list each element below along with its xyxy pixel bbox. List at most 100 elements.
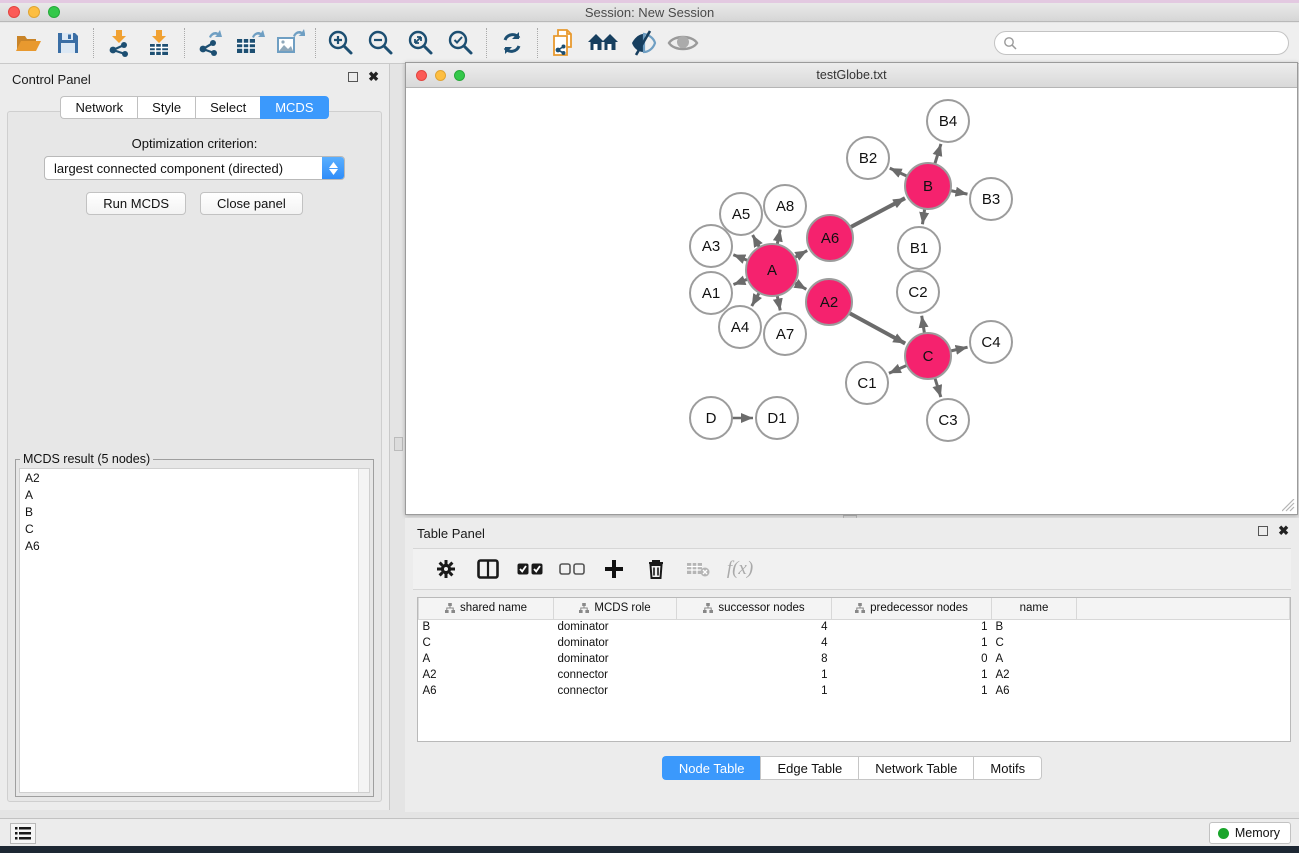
graph-edge[interactable] (795, 251, 807, 258)
graph-node[interactable]: A1 (690, 272, 732, 314)
graph-edge[interactable] (733, 279, 747, 284)
graph-node[interactable]: C4 (970, 321, 1012, 363)
graph-node[interactable]: D (690, 397, 732, 439)
graph-edge[interactable] (950, 347, 967, 351)
add-column-icon[interactable] (597, 552, 631, 586)
open-file-icon[interactable] (8, 26, 48, 60)
resize-grip-icon[interactable] (1282, 499, 1295, 512)
graph-edge[interactable] (753, 235, 760, 247)
search-field[interactable] (994, 31, 1289, 55)
table-row[interactable]: A6connector11A6 (419, 683, 1290, 699)
export-table-icon[interactable] (230, 26, 270, 60)
tab-style[interactable]: Style (137, 96, 195, 119)
column-header-shared-name[interactable]: shared name (419, 598, 554, 619)
float-panel-icon[interactable] (348, 72, 358, 82)
table-row[interactable]: Bdominator41B (419, 619, 1290, 635)
export-image-icon[interactable] (270, 26, 310, 60)
graph-edge[interactable] (777, 295, 780, 310)
graph-edge[interactable] (850, 198, 905, 227)
mcds-result-item[interactable]: A (20, 486, 369, 503)
graph-node[interactable]: A8 (764, 185, 806, 227)
graph-node[interactable]: A7 (764, 313, 806, 355)
graph-edge[interactable] (752, 293, 760, 306)
zoom-in-icon[interactable] (321, 26, 361, 60)
graph-edge[interactable] (733, 255, 747, 261)
zoom-fit-icon[interactable] (401, 26, 441, 60)
graph-edge[interactable] (922, 316, 925, 334)
network-graph[interactable]: AA1A2A3A4A5A6A7A8BB1B2B3B4CC1C2C3C4DD1 (406, 89, 1297, 515)
graph-node[interactable]: B4 (927, 100, 969, 142)
mcds-list-scrollbar[interactable] (358, 469, 369, 792)
zoom-out-icon[interactable] (361, 26, 401, 60)
graph-node[interactable]: C2 (897, 271, 939, 313)
graph-node[interactable]: A2 (806, 279, 852, 325)
graph-node[interactable]: D1 (756, 397, 798, 439)
optimization-criterion-select[interactable]: largest connected component (directed) (44, 156, 345, 180)
graph-node[interactable]: B (905, 163, 951, 209)
graph-node[interactable]: A6 (807, 215, 853, 261)
mcds-result-item[interactable]: C (20, 520, 369, 537)
graph-edge[interactable] (935, 144, 941, 164)
run-mcds-button[interactable]: Run MCDS (86, 192, 186, 215)
graph-edge[interactable] (890, 168, 907, 176)
export-network-icon[interactable] (190, 26, 230, 60)
task-history-button[interactable] (10, 823, 36, 844)
graph-node[interactable]: A5 (720, 193, 762, 235)
home-icon[interactable] (583, 26, 623, 60)
graph-node[interactable]: C (905, 333, 951, 379)
delete-table-icon[interactable] (681, 552, 715, 586)
graph-node[interactable]: A3 (690, 225, 732, 267)
tab-mcds[interactable]: MCDS (260, 96, 328, 119)
search-input[interactable] (1017, 36, 1288, 50)
column-selector-icon[interactable] (471, 552, 505, 586)
refresh-icon[interactable] (492, 26, 532, 60)
graph-edge[interactable] (795, 283, 807, 290)
tab-select[interactable]: Select (195, 96, 260, 119)
node-table[interactable]: shared name MCDS role successor nodes pr… (417, 597, 1291, 742)
hide-panels-icon[interactable] (623, 26, 663, 60)
graph-node[interactable]: C1 (846, 362, 888, 404)
graph-node[interactable]: A (746, 244, 798, 296)
tab-network-table[interactable]: Network Table (858, 756, 973, 780)
delete-column-icon[interactable] (639, 552, 673, 586)
table-row[interactable]: Cdominator41C (419, 635, 1290, 651)
network-canvas[interactable]: AA1A2A3A4A5A6A7A8BB1B2B3B4CC1C2C3C4DD1 (406, 89, 1297, 514)
show-graphics-details-icon[interactable] (663, 26, 703, 60)
mcds-result-item[interactable]: A2 (20, 469, 369, 486)
tab-motifs[interactable]: Motifs (973, 756, 1042, 780)
clone-network-icon[interactable] (543, 26, 583, 60)
zoom-selected-icon[interactable] (441, 26, 481, 60)
mcds-result-list[interactable]: A2ABCA6 (19, 468, 370, 793)
graph-edge[interactable] (849, 313, 905, 344)
deselect-all-checks-icon[interactable] (555, 552, 589, 586)
network-window-titlebar[interactable]: testGlobe.txt (406, 63, 1297, 88)
graph-edge[interactable] (935, 378, 941, 397)
column-header-name[interactable]: name (992, 598, 1077, 619)
mcds-result-item[interactable]: B (20, 503, 369, 520)
memory-button[interactable]: Memory (1209, 822, 1291, 844)
select-all-checks-icon[interactable] (513, 552, 547, 586)
mcds-result-item[interactable]: A6 (20, 537, 369, 554)
graph-edge[interactable] (889, 365, 907, 373)
graph-edge[interactable] (951, 191, 968, 195)
tab-node-table[interactable]: Node Table (662, 756, 761, 780)
table-close-panel-icon[interactable]: ✖ (1278, 526, 1289, 536)
graph-node[interactable]: B2 (847, 137, 889, 179)
import-table-icon[interactable] (139, 26, 179, 60)
graph-node[interactable]: B3 (970, 178, 1012, 220)
graph-edge[interactable] (777, 230, 780, 245)
save-session-icon[interactable] (48, 26, 88, 60)
table-settings-icon[interactable] (429, 552, 463, 586)
tab-network[interactable]: Network (60, 96, 137, 119)
close-panel-button[interactable]: Close panel (200, 192, 303, 215)
table-row[interactable]: A2connector11A2 (419, 667, 1290, 683)
graph-edge[interactable] (922, 209, 924, 224)
column-header-predecessor-nodes[interactable]: predecessor nodes (832, 598, 992, 619)
function-builder-icon[interactable]: f(x) (723, 552, 757, 586)
column-header-successor-nodes[interactable]: successor nodes (677, 598, 832, 619)
close-panel-icon[interactable]: ✖ (368, 72, 379, 82)
column-header-mcds-role[interactable]: MCDS role (554, 598, 677, 619)
graph-node[interactable]: C3 (927, 399, 969, 441)
tab-edge-table[interactable]: Edge Table (760, 756, 858, 780)
vertical-split-handle[interactable] (394, 437, 403, 451)
